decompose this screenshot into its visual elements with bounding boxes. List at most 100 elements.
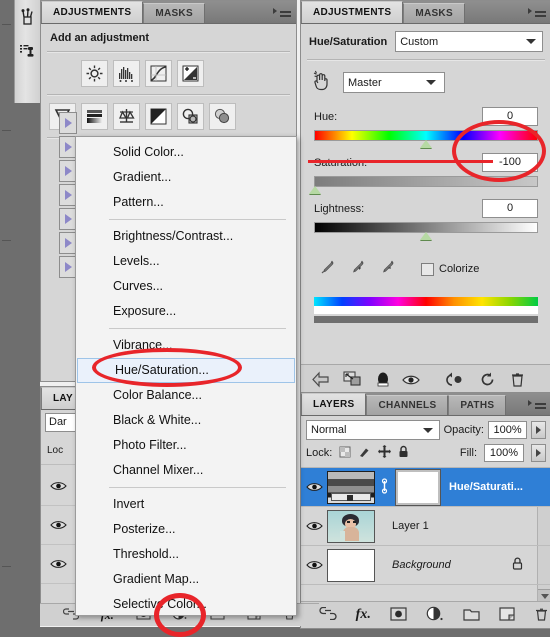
hue-value-input[interactable]: 0 xyxy=(482,107,538,126)
layer-mask-thumbnail[interactable] xyxy=(395,468,441,506)
tab-channels[interactable]: CHANNELS xyxy=(366,395,449,415)
eye-icon[interactable] xyxy=(47,473,69,499)
menu-item-channel-mixer[interactable]: Channel Mixer... xyxy=(76,458,296,483)
blend-mode-select[interactable]: Normal xyxy=(306,420,440,440)
reset-icon[interactable] xyxy=(479,371,496,388)
tab-paths[interactable]: PATHS xyxy=(448,395,507,415)
menu-item-levels[interactable]: Levels... xyxy=(76,249,296,274)
new-layer-icon[interactable] xyxy=(499,606,515,624)
eye-icon[interactable] xyxy=(301,481,327,493)
channel-mixer-icon[interactable] xyxy=(209,103,236,130)
blend-mode-value: Normal xyxy=(311,424,347,436)
spectrum-bottom-bar[interactable] xyxy=(314,316,538,323)
preset-select[interactable]: Custom xyxy=(395,31,543,52)
menu-item-exposure[interactable]: Exposure... xyxy=(76,299,296,324)
brightness-contrast-icon[interactable] xyxy=(81,60,108,87)
layer-thumbnail[interactable] xyxy=(327,509,375,543)
colorize-option[interactable]: Colorize xyxy=(421,262,479,276)
menu-item-posterize[interactable]: Posterize... xyxy=(76,517,296,542)
color-balance-icon[interactable] xyxy=(113,103,140,130)
hue-slider-thumb[interactable] xyxy=(420,140,432,148)
photo-filter-icon[interactable] xyxy=(177,103,204,130)
menu-item-black-and-white[interactable]: Black & White... xyxy=(76,408,296,433)
menu-item-photo-filter[interactable]: Photo Filter... xyxy=(76,433,296,458)
channel-select[interactable]: Master xyxy=(343,72,445,93)
menu-item-color-balance[interactable]: Color Balance... xyxy=(76,383,296,408)
eye-icon[interactable] xyxy=(301,520,327,532)
brush-tools-icon[interactable] xyxy=(15,0,41,34)
delete-icon[interactable] xyxy=(510,371,525,388)
layer-thumbnail[interactable] xyxy=(327,470,375,504)
link-layers-icon[interactable] xyxy=(318,606,337,623)
eye-icon[interactable] xyxy=(47,551,69,577)
panel-menu-icon[interactable] xyxy=(528,398,546,410)
hue-slider-track[interactable] xyxy=(314,130,538,148)
tab-adjustments[interactable]: ADJUSTMENTS xyxy=(301,1,404,23)
lock-pixels-icon[interactable] xyxy=(358,446,371,461)
layer-style-fx-icon[interactable]: fx. xyxy=(356,607,371,623)
chevron-right-icon[interactable] xyxy=(59,112,77,134)
spectrum-middle-bar xyxy=(314,306,538,314)
lock-all-icon[interactable] xyxy=(398,445,409,461)
levels-icon[interactable] xyxy=(113,60,140,87)
menu-item-brightness-contrast[interactable]: Brightness/Contrast... xyxy=(76,224,296,249)
expand-view-icon[interactable] xyxy=(343,370,363,388)
lightness-slider-thumb[interactable] xyxy=(420,232,432,240)
menu-item-solid-color[interactable]: Solid Color... xyxy=(76,140,296,165)
menu-item-pattern[interactable]: Pattern... xyxy=(76,190,296,215)
menu-item-gradient-map[interactable]: Gradient Map... xyxy=(76,567,296,592)
menu-item-vibrance[interactable]: Vibrance... xyxy=(76,333,296,358)
layer-thumbnail[interactable] xyxy=(327,548,375,582)
panel-menu-icon[interactable] xyxy=(528,6,546,18)
menu-item-threshold[interactable]: Threshold... xyxy=(76,542,296,567)
menu-item-selective-color[interactable]: Selective Color... xyxy=(76,592,296,617)
menu-item-gradient[interactable]: Gradient... xyxy=(76,165,296,190)
table-row[interactable]: Background xyxy=(301,546,550,585)
tab-adjustments[interactable]: ADJUSTMENTS xyxy=(41,1,144,23)
opacity-stepper[interactable] xyxy=(531,421,547,439)
menu-item-hue-saturation[interactable]: Hue/Saturation... xyxy=(77,358,295,383)
eye-icon[interactable] xyxy=(47,512,69,538)
panel-menu-icon[interactable] xyxy=(273,6,291,18)
lightness-value-input[interactable]: 0 xyxy=(482,199,538,218)
curves-icon[interactable] xyxy=(145,60,172,87)
colorize-checkbox[interactable] xyxy=(421,262,434,276)
black-white-icon[interactable] xyxy=(145,103,172,130)
new-group-icon[interactable] xyxy=(463,607,480,624)
menu-item-curves[interactable]: Curves... xyxy=(76,274,296,299)
menu-item-invert[interactable]: Invert xyxy=(76,492,296,517)
fill-stepper[interactable] xyxy=(531,444,546,462)
table-row[interactable]: Layer 1 xyxy=(301,507,550,546)
eyedropper-plus-icon[interactable] xyxy=(349,259,366,279)
new-adjustment-layer-icon[interactable] xyxy=(426,606,444,624)
tool-strip[interactable] xyxy=(14,0,42,103)
mask-link-icon[interactable] xyxy=(380,477,389,497)
tab-layers[interactable]: LAYERS xyxy=(301,393,367,415)
layers-body: Normal Opacity: 100% Lock: Fill: 100% Hu… xyxy=(301,416,550,628)
lock-transparency-icon[interactable] xyxy=(339,446,351,461)
table-row[interactable]: Hue/Saturati... xyxy=(301,468,550,507)
hand-target-icon[interactable] xyxy=(311,70,333,95)
tab-masks[interactable]: MASKS xyxy=(143,3,205,23)
fill-value[interactable]: 100% xyxy=(484,444,524,462)
toggle-visibility-icon[interactable] xyxy=(401,371,421,388)
saturation-slider-thumb[interactable] xyxy=(309,186,321,194)
mask-preview-icon[interactable] xyxy=(375,371,391,388)
opacity-value[interactable]: 100% xyxy=(487,421,528,439)
lock-position-icon[interactable] xyxy=(378,445,392,461)
new-adjustment-layer-menu[interactable]: Solid Color... Gradient... Pattern... Br… xyxy=(75,136,297,616)
clone-stamp-icon[interactable] xyxy=(15,34,41,68)
eyedropper-minus-icon[interactable] xyxy=(379,259,396,279)
clip-to-layer-icon[interactable] xyxy=(311,370,331,388)
previous-state-icon[interactable] xyxy=(443,371,465,388)
exposure-icon[interactable] xyxy=(177,60,204,87)
lightness-slider-track[interactable] xyxy=(314,222,538,240)
saturation-slider-track[interactable] xyxy=(309,176,538,194)
delete-layer-icon[interactable] xyxy=(534,607,549,624)
tab-masks[interactable]: MASKS xyxy=(403,3,465,23)
hue-saturation-icon[interactable] xyxy=(81,103,108,130)
add-mask-icon[interactable] xyxy=(390,606,407,624)
lightness-label: Lightness: xyxy=(314,202,365,215)
eyedropper-icon[interactable] xyxy=(319,259,336,279)
eye-icon[interactable] xyxy=(301,559,327,571)
